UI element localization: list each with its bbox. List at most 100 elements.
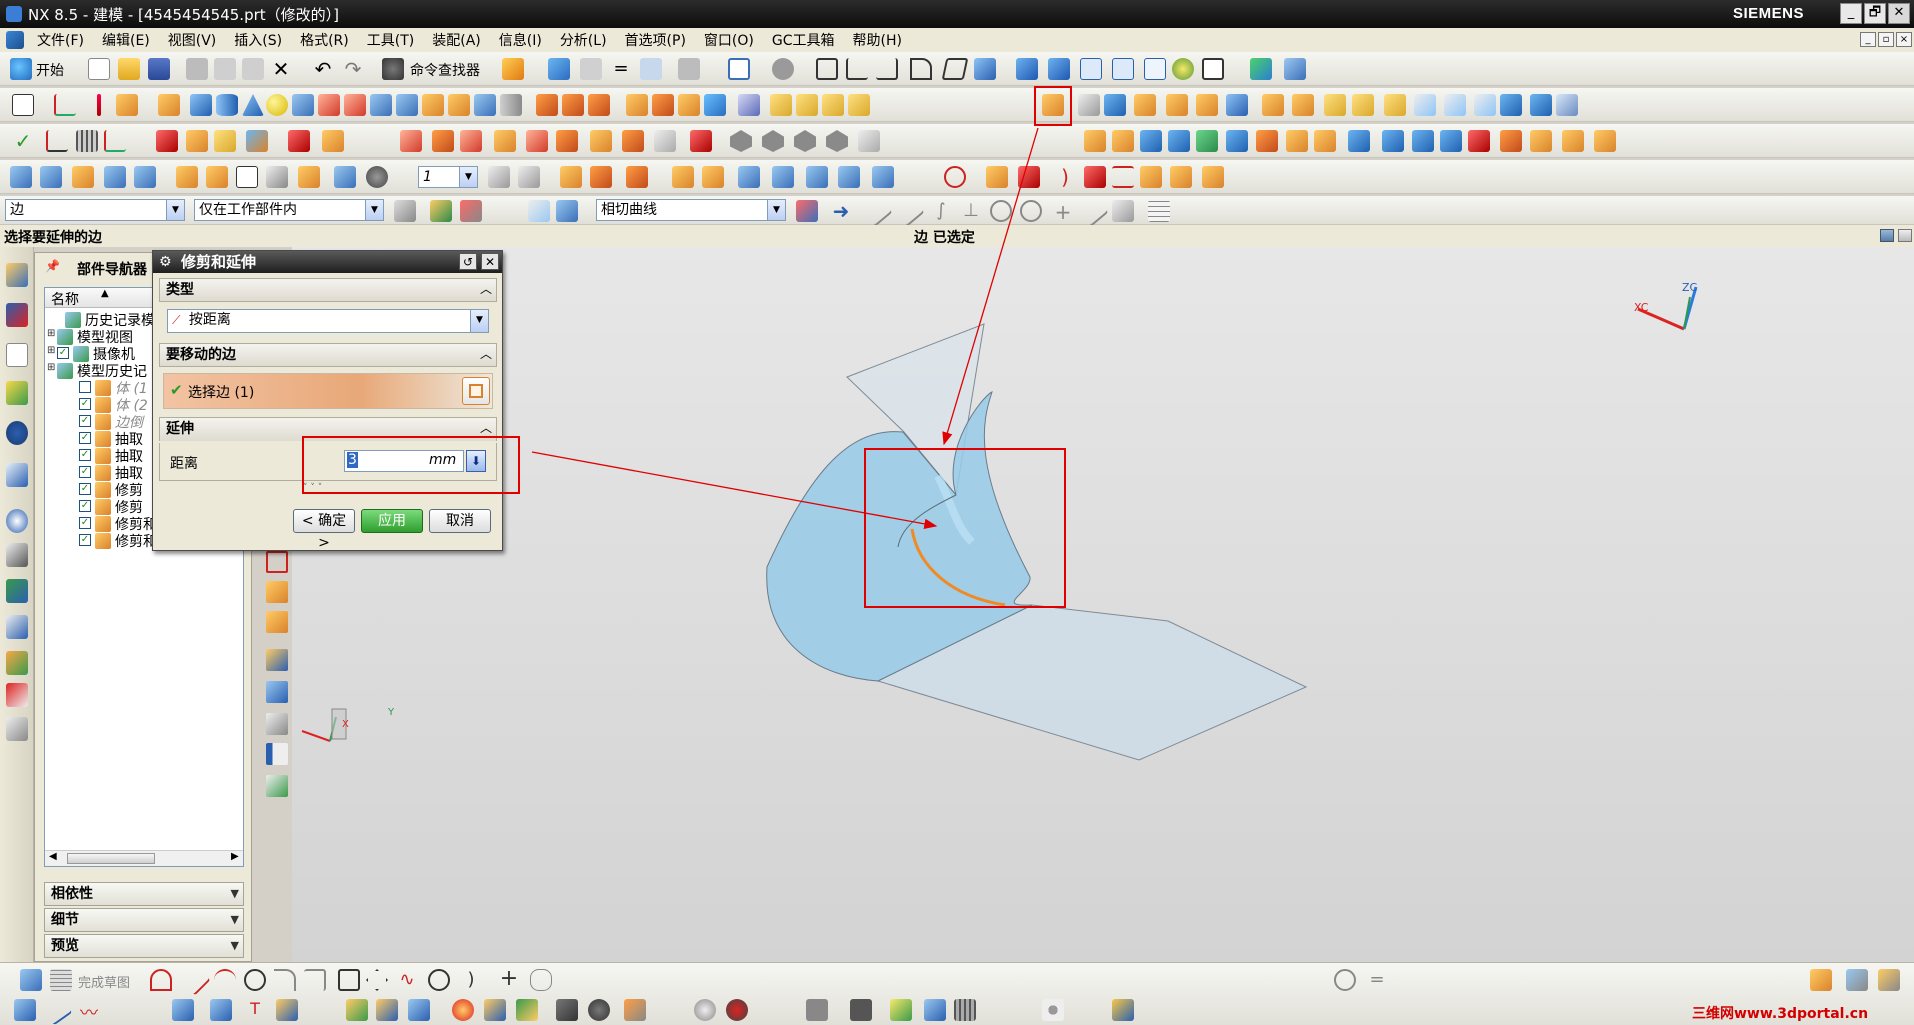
x-form-icon[interactable] xyxy=(1474,94,1496,116)
close-dialog-button[interactable]: ✕ xyxy=(481,253,499,270)
pattern-icon[interactable] xyxy=(704,94,726,116)
bridge-curve-icon[interactable] xyxy=(1314,130,1336,152)
equal-length-icon[interactable]: = xyxy=(1366,969,1388,991)
preview-section[interactable]: 预览 ▼ xyxy=(44,934,244,958)
slot-icon[interactable] xyxy=(422,94,444,116)
layer-select[interactable]: 1 ▼ xyxy=(418,166,478,188)
snap-on-face-icon[interactable] xyxy=(1112,200,1134,222)
close-window-button[interactable]: ✕ xyxy=(1888,3,1910,24)
circle-target-icon[interactable] xyxy=(944,166,966,188)
combined-projection-icon[interactable] xyxy=(1468,130,1490,152)
horizontal-scrollbar[interactable]: ◀ ▶ xyxy=(45,850,243,866)
highlight-tool-icon[interactable] xyxy=(890,999,912,1021)
graphics-window[interactable]: XC ZC X Y xyxy=(292,247,1914,962)
apply-button[interactable]: 应用 xyxy=(361,509,423,533)
measure-2-icon[interactable] xyxy=(276,999,298,1021)
inferred-constraints-icon[interactable] xyxy=(1846,969,1868,991)
curve-rule-dropdown-icon[interactable]: ▼ xyxy=(767,200,785,220)
mdi-restore-button[interactable]: ▫ xyxy=(1878,32,1894,47)
face-icon[interactable] xyxy=(172,999,194,1021)
snap-quadrant-icon[interactable] xyxy=(1020,200,1042,222)
clone-icon[interactable] xyxy=(298,166,320,188)
reuse-library-tab-icon[interactable] xyxy=(6,381,28,405)
layer-category-icon[interactable] xyxy=(488,166,510,188)
split-body-icon[interactable] xyxy=(678,94,700,116)
menu-format[interactable]: 格式(R) xyxy=(291,30,358,50)
nx-menu-icon[interactable] xyxy=(6,31,24,49)
nx5-hole-icon[interactable] xyxy=(292,94,314,116)
through-curves-icon[interactable] xyxy=(1134,94,1156,116)
selection-filter-icon[interactable] xyxy=(626,166,648,188)
isoparametric-icon[interactable] xyxy=(1256,130,1278,152)
view-iso-icon[interactable] xyxy=(10,166,32,188)
sketch-task-icon[interactable] xyxy=(20,969,42,991)
equals-icon[interactable]: = xyxy=(610,58,632,80)
column-sheet-icon[interactable] xyxy=(266,551,288,573)
finish-sketch-icon[interactable] xyxy=(50,969,72,991)
snap-existing-icon[interactable]: + xyxy=(1052,200,1074,224)
snap-control-icon[interactable]: ∫ xyxy=(930,200,952,222)
delete-face-icon[interactable] xyxy=(690,130,712,152)
polygon-icon[interactable] xyxy=(366,969,388,991)
pocket-icon[interactable] xyxy=(344,94,366,116)
radius-gauge-icon[interactable] xyxy=(1018,166,1040,188)
hidden-lines-icon[interactable] xyxy=(1112,58,1134,80)
wcs-icon[interactable] xyxy=(580,58,602,80)
law-extension-icon[interactable] xyxy=(1384,94,1406,116)
shell-icon[interactable] xyxy=(626,94,648,116)
shaded-sphere-icon[interactable] xyxy=(694,999,716,1021)
system-materials-tab-icon[interactable] xyxy=(6,543,28,567)
analysis-icon[interactable] xyxy=(678,58,700,80)
chevron-up-icon[interactable]: ︿ xyxy=(480,278,492,300)
ruler-icon[interactable] xyxy=(986,166,1008,188)
datum-axis-icon[interactable] xyxy=(97,94,101,116)
fit-view-icon[interactable] xyxy=(728,58,750,80)
block-icon[interactable] xyxy=(190,94,212,116)
global-shaping-icon[interactable] xyxy=(1556,94,1578,116)
fillet-shape-icon[interactable] xyxy=(910,58,932,80)
wireframe-icon[interactable] xyxy=(1080,58,1102,80)
studio-surface-icon[interactable] xyxy=(1262,94,1284,116)
move-object-icon[interactable] xyxy=(1250,58,1272,80)
trim-curve-icon[interactable] xyxy=(1530,130,1552,152)
swept-icon[interactable] xyxy=(1166,94,1188,116)
face-blend-icon[interactable] xyxy=(1324,94,1346,116)
menu-window[interactable]: 窗口(O) xyxy=(695,30,763,50)
intersect-icon[interactable] xyxy=(588,94,610,116)
groove-icon[interactable] xyxy=(448,94,470,116)
color-wheel-icon[interactable] xyxy=(452,999,474,1021)
show-icon[interactable] xyxy=(186,130,208,152)
menu-view[interactable]: 视图(V) xyxy=(159,30,226,50)
web-browser-tab-icon[interactable] xyxy=(6,421,28,445)
move-layer-icon[interactable] xyxy=(590,166,612,188)
line-icon[interactable] xyxy=(179,964,211,996)
i-form-icon[interactable] xyxy=(1500,94,1522,116)
snap-mid-icon[interactable] xyxy=(893,195,925,227)
chevron-down-icon[interactable]: ▼ xyxy=(231,935,239,957)
orient-view-icon[interactable] xyxy=(772,58,794,80)
dependencies-section[interactable]: 相依性 ▼ xyxy=(44,882,244,906)
layer-visible-icon[interactable] xyxy=(518,166,540,188)
menu-tools[interactable]: 工具(T) xyxy=(358,30,423,50)
curve-icon[interactable] xyxy=(1084,130,1106,152)
type-filter-dropdown-icon[interactable]: ▼ xyxy=(166,200,184,220)
text-tool-icon[interactable]: T xyxy=(244,999,266,1021)
law-curve-icon[interactable] xyxy=(1412,130,1434,152)
derived-line-icon[interactable] xyxy=(14,999,36,1021)
cut-icon[interactable] xyxy=(186,58,208,80)
projected-curve-icon[interactable] xyxy=(1168,130,1190,152)
dimension-icon[interactable] xyxy=(702,166,724,188)
scroll-thumb[interactable] xyxy=(67,853,155,864)
scroll-left-icon[interactable]: ◀ xyxy=(49,851,57,862)
palette-tab-icon[interactable] xyxy=(6,717,28,741)
suppress-icon[interactable] xyxy=(526,130,548,152)
red-sphere-icon[interactable] xyxy=(726,999,748,1021)
stack-icon[interactable] xyxy=(266,581,288,603)
menu-analysis[interactable]: 分析(L) xyxy=(551,30,616,50)
person-icon[interactable] xyxy=(924,999,946,1021)
dart-icon[interactable] xyxy=(474,94,496,116)
select-prev-icon[interactable] xyxy=(838,166,860,188)
layout-2-icon[interactable] xyxy=(1898,229,1912,242)
concentric-icon[interactable] xyxy=(1334,969,1356,991)
book-icon[interactable] xyxy=(408,999,430,1021)
